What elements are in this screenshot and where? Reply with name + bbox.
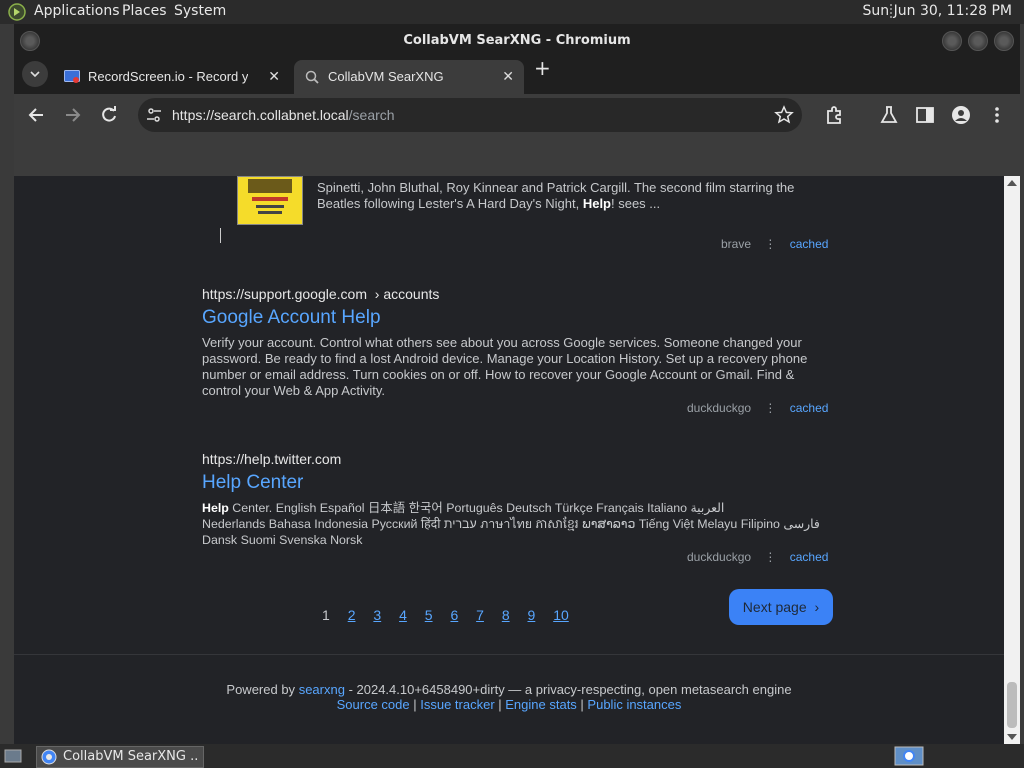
result-item: https://help.twitter.com Help Center Hel… — [202, 451, 824, 548]
applications-menu[interactable]: Applications — [34, 3, 120, 19]
profile-avatar-icon[interactable] — [950, 104, 972, 126]
extensions-icon[interactable] — [824, 104, 846, 126]
maximize-icon[interactable] — [968, 31, 988, 51]
engine-dots-icon[interactable]: ⋮ — [764, 401, 776, 415]
show-desktop-icon[interactable] — [4, 748, 22, 764]
recordscreen-favicon-icon — [64, 70, 80, 83]
scrollbar-thumb[interactable] — [1007, 682, 1017, 728]
workspace-switcher-icon[interactable] — [894, 746, 924, 766]
movie-poster-icon — [238, 177, 302, 224]
result-engine: duckduckgo — [687, 401, 752, 415]
back-icon[interactable] — [26, 104, 48, 126]
close-window-icon[interactable] — [994, 31, 1014, 51]
tab-recordscreen[interactable]: RecordScreen.io - Record your screen ✕ — [54, 60, 290, 94]
reload-icon[interactable] — [98, 104, 120, 126]
browser-toolbar: https://search.collabnet.local/search — [14, 94, 1020, 136]
tab-strip: RecordScreen.io - Record your screen ✕ C… — [14, 56, 1020, 94]
site-info-icon[interactable] — [146, 107, 162, 123]
pagination: 1 2 3 4 5 6 7 8 9 10 — [322, 607, 583, 623]
public-instances-link[interactable]: Public instances — [587, 697, 681, 712]
chromium-icon — [41, 749, 57, 765]
top-panel: Applications Places System Sun Jun 30, 1… — [0, 0, 1024, 24]
searxng-link[interactable]: searxng — [299, 682, 345, 697]
cached-link[interactable]: cached — [790, 237, 829, 251]
bookmark-star-icon[interactable] — [774, 105, 794, 125]
scroll-down-icon[interactable] — [1007, 734, 1017, 740]
page-link[interactable]: 5 — [425, 607, 433, 623]
result-content: Help Center. English Español 日本語 한국어 Por… — [202, 501, 820, 547]
tab-search-button[interactable] — [22, 61, 48, 87]
page-link[interactable]: 10 — [553, 607, 569, 623]
result-footer: duckduckgo ⋮ cached — [687, 550, 1004, 564]
result-thumbnail[interactable] — [237, 176, 303, 225]
result-url[interactable]: https://help.twitter.com — [202, 451, 824, 467]
tab-close-icon[interactable]: ✕ — [502, 68, 514, 85]
page-link[interactable]: 9 — [528, 607, 536, 623]
next-page-button[interactable]: Next page › — [729, 589, 833, 625]
page-link[interactable]: 4 — [399, 607, 407, 623]
bottom-taskbar: CollabVM SearXNG ... — [0, 744, 1024, 768]
page-current: 1 — [322, 607, 330, 623]
bookmark-bar — [14, 136, 1020, 176]
kebab-menu-icon[interactable] — [986, 104, 1008, 126]
powered-by-text: Powered by — [226, 682, 296, 697]
taskbar-window-button[interactable]: CollabVM SearXNG ... — [36, 746, 204, 768]
tab-close-icon[interactable]: ✕ — [268, 68, 280, 85]
result-content: Spinetti, John Bluthal, Roy Kinnear and … — [317, 180, 795, 211]
version-text: - 2024.4.10+6458490+dirty — a privacy-re… — [348, 682, 792, 697]
engine-dots-icon[interactable]: ⋮ — [764, 550, 776, 564]
forward-icon[interactable] — [61, 104, 83, 126]
tab-collabvm-searxng[interactable]: CollabVM SearXNG ✕ — [294, 60, 524, 94]
places-menu[interactable]: Places — [122, 3, 167, 19]
tab-label: RecordScreen.io - Record your screen — [88, 69, 248, 84]
scroll-up-icon[interactable] — [1007, 180, 1017, 186]
next-page-label: Next page — [742, 599, 807, 615]
cached-link[interactable]: cached — [790, 401, 829, 415]
page-footer: Powered by searxng - 2024.4.10+6458490+d… — [226, 682, 792, 712]
new-tab-icon[interactable]: + — [534, 56, 551, 80]
result-item: Spinetti, John Bluthal, Roy Kinnear and … — [317, 180, 825, 212]
result-footer: duckduckgo ⋮ cached — [687, 401, 1004, 415]
page-link[interactable]: 6 — [450, 607, 458, 623]
tab-label: CollabVM SearXNG — [328, 69, 444, 84]
panel-clock[interactable]: Sun Jun 30, 11:28 PM — [863, 3, 1012, 19]
page-link[interactable]: 3 — [373, 607, 381, 623]
page-link[interactable]: 7 — [476, 607, 484, 623]
source-code-link[interactable]: Source code — [337, 697, 410, 712]
result-engine: brave — [721, 237, 752, 251]
cached-link[interactable]: cached — [790, 550, 829, 564]
minimize-icon[interactable] — [942, 31, 962, 51]
result-engine: duckduckgo — [687, 550, 752, 564]
applications-logo-icon[interactable] — [8, 3, 26, 21]
engine-stats-link[interactable]: Engine stats — [505, 697, 577, 712]
labs-flask-icon[interactable] — [878, 104, 900, 126]
page-scrollbar[interactable] — [1004, 176, 1020, 744]
chevron-down-icon — [30, 71, 40, 78]
taskbar-window-label: CollabVM SearXNG ... — [63, 749, 199, 764]
text-cursor-icon — [220, 228, 223, 243]
result-footer: brave ⋮ cached — [721, 237, 1004, 251]
issue-tracker-link[interactable]: Issue tracker — [420, 697, 494, 712]
chevron-right-icon: › — [814, 599, 820, 615]
page-viewport: Spinetti, John Bluthal, Roy Kinnear and … — [14, 176, 1004, 744]
engine-dots-icon[interactable]: ⋮ — [764, 237, 776, 251]
page-link[interactable]: 2 — [348, 607, 356, 623]
result-item: https://support.google.com › accounts Go… — [202, 286, 824, 399]
result-content: Verify your account. Control what others… — [202, 335, 808, 398]
footer-divider — [14, 654, 1004, 655]
result-url[interactable]: https://support.google.com › accounts — [202, 286, 824, 302]
result-title-link[interactable]: Google Account Help — [202, 307, 824, 329]
browser-window: CollabVM SearXNG - Chromium RecordScreen… — [14, 24, 1020, 744]
window-titlebar[interactable]: CollabVM SearXNG - Chromium — [14, 24, 1020, 56]
window-title: CollabVM SearXNG - Chromium — [403, 33, 631, 48]
page-link[interactable]: 8 — [502, 607, 510, 623]
searxng-favicon-icon — [305, 70, 319, 84]
address-bar[interactable]: https://search.collabnet.local/search — [138, 98, 802, 132]
url-text[interactable]: https://search.collabnet.local/search — [172, 107, 395, 123]
result-title-link[interactable]: Help Center — [202, 472, 824, 494]
system-menu[interactable]: System — [174, 3, 226, 19]
side-panel-icon[interactable] — [914, 104, 936, 126]
